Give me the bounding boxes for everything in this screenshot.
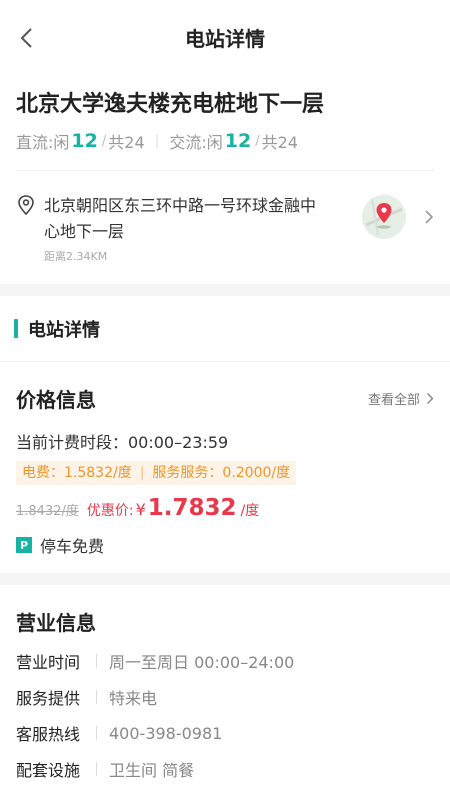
service-fee: 服务服务：0.2000/度 — [152, 465, 291, 481]
price-heading-row: 价格信息 查看全部 — [16, 384, 434, 413]
map-thumbnail[interactable] — [362, 195, 406, 239]
parking-row: P 停车免费 — [16, 533, 434, 557]
discount-label: 优惠价: — [86, 503, 134, 519]
business-row-divider — [96, 654, 97, 668]
business-heading: 营业信息 — [16, 611, 96, 635]
business-row-divider — [96, 726, 97, 740]
section-header: 电站详情 — [0, 296, 450, 362]
business-row-value: 卫生间 简餐 — [109, 761, 195, 780]
station-name: 北京大学逸夫楼充电桩地下一层 — [16, 92, 325, 117]
address-line-1: 北京朝阳区东三环中路一号环球金融中 — [44, 196, 317, 215]
address-block: 北京朝阳区东三环中路一号环球金融中 心地下一层 距离2.34KM — [44, 193, 344, 264]
dc-label: 直流: — [16, 133, 54, 152]
business-row-value: 周一至周日 00:00–24:00 — [109, 653, 295, 672]
parking-text: 停车免费 — [40, 537, 105, 556]
section-accent-bar — [14, 319, 18, 338]
business-info-card: 营业信息 营业时间 周一至周日 00:00–24:00 服务提供 特来电 客服热… — [0, 585, 450, 800]
back-arrow-icon — [20, 28, 32, 48]
billing-period: 当前计费时段：00:00–23:59 — [16, 433, 229, 452]
business-row-label: 营业时间 — [16, 653, 81, 672]
hotline-value[interactable]: 400-398-0981 — [109, 724, 222, 743]
fee-divider: | — [139, 465, 145, 481]
ac-idle-count: 12 — [224, 130, 252, 152]
business-row-label: 服务提供 — [16, 689, 81, 708]
availability-row: 直流: 闲 12 / 共24 | 交流: 闲 12 / 共24 — [16, 128, 434, 154]
price-row: 1.8432/度 优惠价: ¥ 1.7832 /度 — [16, 495, 434, 521]
business-row-value: 特来电 — [109, 689, 158, 708]
back-button[interactable] — [14, 24, 38, 52]
address-line-2: 心地下一层 — [44, 222, 125, 241]
ac-slash: / — [255, 133, 260, 149]
station-info-card: 北京大学逸夫楼充电桩地下一层 直流: 闲 12 / 共24 | 交流: 闲 12… — [0, 74, 450, 284]
nav-header: 电站详情 — [0, 0, 450, 74]
page-title: 电站详情 — [185, 26, 265, 51]
electric-fee: 电费：1.5832/度 — [22, 465, 132, 481]
currency-symbol: ¥ — [135, 500, 146, 519]
business-row-divider — [96, 762, 97, 776]
ac-idle-label: 闲 — [206, 133, 223, 152]
view-all-label: 查看全部 — [367, 393, 420, 408]
availability-divider: | — [154, 133, 160, 149]
address-row[interactable]: 北京朝阳区东三环中路一号环球金融中 心地下一层 距离2.34KM — [16, 170, 434, 284]
dc-idle-count: 12 — [71, 130, 98, 152]
original-price: 1.8432/度 — [16, 504, 79, 519]
section-title: 电站详情 — [28, 319, 100, 341]
chevron-right-icon[interactable] — [424, 209, 434, 225]
location-pin-icon — [18, 195, 34, 216]
price-heading: 价格信息 — [16, 388, 96, 412]
business-row: 营业时间 周一至周日 00:00–24:00 — [16, 650, 434, 672]
distance-text: 距离2.34KM — [44, 250, 108, 263]
business-row: 客服热线 400-398-0981 — [16, 722, 434, 745]
parking-icon: P — [16, 537, 32, 553]
map-marker-icon — [362, 195, 406, 239]
discount-price: 1.7832 — [147, 495, 237, 521]
dc-total: 共24 — [108, 133, 145, 152]
price-info-card: 价格信息 查看全部 当前计费时段：00:00–23:59 电费：1.5832/度… — [0, 362, 450, 573]
business-row-label: 客服热线 — [16, 725, 81, 744]
business-row-divider — [96, 690, 97, 704]
business-row: 配套设施 卫生间 简餐 — [16, 758, 434, 780]
discount-unit: /度 — [240, 503, 260, 519]
ac-total: 共24 — [261, 133, 298, 152]
business-row-label: 配套设施 — [16, 761, 81, 780]
dc-idle-label: 闲 — [53, 133, 70, 152]
business-row: 服务提供 特来电 — [16, 686, 434, 708]
fee-tag: 电费：1.5832/度 | 服务服务：0.2000/度 — [16, 461, 297, 485]
chevron-right-icon — [427, 393, 434, 404]
dc-slash: / — [101, 133, 107, 149]
view-all-link[interactable]: 查看全部 — [368, 389, 434, 408]
ac-label: 交流: — [169, 133, 207, 152]
